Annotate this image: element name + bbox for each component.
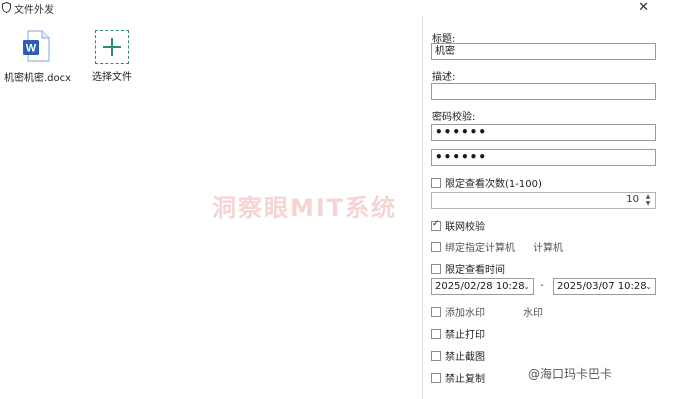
close-button[interactable]: ✕ bbox=[638, 0, 649, 15]
select-file-button[interactable]: 选择文件 bbox=[82, 30, 142, 83]
limit-views-label: 限定查看次数(1-100) bbox=[445, 179, 542, 190]
spin-arrows[interactable]: ▲ ▼ bbox=[642, 193, 654, 208]
checkbox-box[interactable] bbox=[431, 372, 441, 383]
plus-icon bbox=[103, 38, 121, 56]
network-check-checkbox[interactable]: 联网校验 bbox=[431, 218, 485, 233]
add-watermark-checkbox[interactable]: 添加水印 bbox=[431, 304, 485, 319]
watermark-side-label: 水印 bbox=[523, 308, 543, 319]
no-print-label: 禁止打印 bbox=[445, 330, 485, 341]
no-copy-checkbox[interactable]: 禁止复制 bbox=[431, 370, 485, 385]
window-title: 文件外发 bbox=[14, 5, 54, 16]
checkbox-box[interactable] bbox=[431, 177, 441, 188]
spin-up-icon[interactable]: ▲ bbox=[642, 193, 654, 200]
chevron-down-icon[interactable]: ⌄ bbox=[523, 279, 530, 294]
checkbox-box[interactable] bbox=[431, 350, 441, 361]
checkbox-box[interactable] bbox=[431, 263, 441, 274]
watermark-overlay: 洞察眼MIT系统 bbox=[212, 194, 398, 222]
limit-time-label: 限定查看时间 bbox=[445, 265, 505, 276]
views-value: 10 bbox=[626, 194, 639, 205]
file-name: 机密机密.docx bbox=[4, 73, 72, 84]
add-watermark-label: 添加水印 bbox=[445, 308, 485, 319]
password-confirm-input[interactable]: •••••• bbox=[431, 149, 656, 166]
bind-computer-checkbox[interactable]: 绑定指定计算机 bbox=[431, 239, 515, 254]
no-print-checkbox[interactable]: 禁止打印 bbox=[431, 326, 485, 341]
checkbox-box[interactable] bbox=[431, 241, 441, 252]
password-label: 密码校验: bbox=[432, 112, 476, 123]
end-time-picker[interactable]: 2025/03/07 10:28 ⌄ bbox=[553, 278, 656, 295]
computer-side-label: 计算机 bbox=[533, 243, 563, 254]
views-spinbox[interactable]: 10 ▲ ▼ bbox=[431, 192, 656, 209]
limit-time-checkbox[interactable]: 限定查看时间 bbox=[431, 261, 505, 276]
start-time-picker[interactable]: 2025/02/28 10:28 ⌄ bbox=[431, 278, 534, 295]
spin-down-icon[interactable]: ▼ bbox=[642, 200, 654, 207]
add-file-box[interactable] bbox=[95, 30, 129, 64]
limit-views-checkbox[interactable]: 限定查看次数(1-100) bbox=[431, 175, 542, 190]
word-document-icon: W bbox=[23, 30, 50, 62]
svg-text:W: W bbox=[26, 43, 37, 55]
settings-panel: 标题: 机密 描述: 密码校验: •••••• •••••• 限定查看次数(1-… bbox=[422, 16, 689, 399]
password-input[interactable]: •••••• bbox=[431, 124, 656, 141]
select-file-label: 选择文件 bbox=[92, 72, 132, 83]
end-time-value: 2025/03/07 10:28 bbox=[557, 281, 647, 292]
checkbox-box-checked[interactable] bbox=[431, 219, 441, 231]
no-screenshot-checkbox[interactable]: 禁止截图 bbox=[431, 348, 485, 363]
footer-watermark: @海口玛卡巴卡 bbox=[528, 367, 613, 381]
title-input[interactable]: 机密 bbox=[431, 43, 656, 60]
no-screenshot-label: 禁止截图 bbox=[445, 352, 485, 363]
no-copy-label: 禁止复制 bbox=[445, 374, 485, 385]
description-input[interactable] bbox=[431, 83, 656, 100]
start-time-value: 2025/02/28 10:28 bbox=[435, 281, 525, 292]
chevron-down-icon[interactable]: ⌄ bbox=[645, 279, 652, 294]
file-item[interactable]: W 机密机密.docx bbox=[4, 30, 72, 84]
checkbox-box[interactable] bbox=[431, 306, 441, 317]
shield-icon bbox=[2, 2, 11, 13]
title-bar: 文件外发 ✕ bbox=[0, 0, 689, 16]
checkbox-box[interactable] bbox=[431, 328, 441, 339]
network-check-label: 联网校验 bbox=[445, 222, 485, 233]
bind-computer-label: 绑定指定计算机 bbox=[445, 243, 515, 254]
description-label: 描述: bbox=[432, 72, 456, 83]
time-separator: - bbox=[540, 280, 544, 291]
